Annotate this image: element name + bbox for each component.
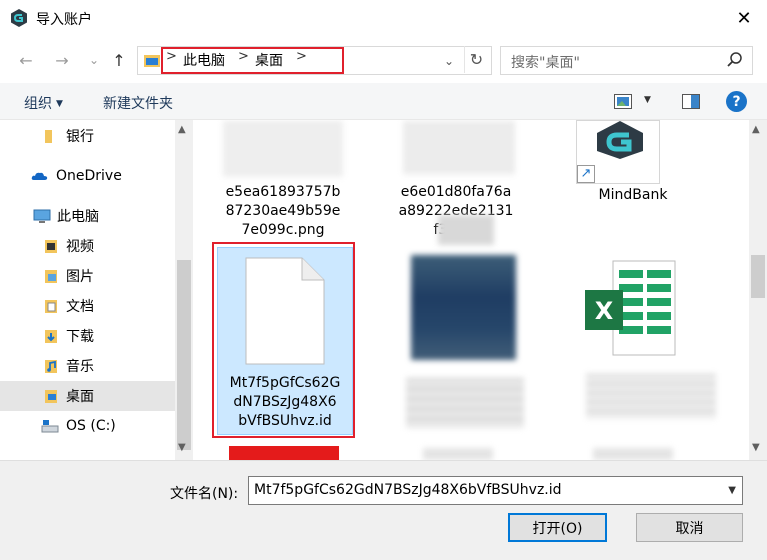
sidebar-item-desktop[interactable]: 桌面 <box>0 381 175 411</box>
image-thumbnail <box>403 120 515 175</box>
sidebar-item-label: 银行 <box>66 129 94 145</box>
cancel-button[interactable]: 取消 <box>636 513 743 542</box>
svg-text:X: X <box>595 297 614 325</box>
scroll-down-icon[interactable]: ▼ <box>752 442 760 453</box>
sidebar-item-label: OneDrive <box>56 168 122 184</box>
breadcrumb-separator[interactable]: > <box>296 49 307 64</box>
sidebar-item-label: OS (C:) <box>66 418 116 434</box>
preview-pane-icon[interactable] <box>682 94 700 109</box>
filename-input[interactable]: Mt7f5pGfCs62GdN7BSzJg48X6bVfBSUhvz.id ▼ <box>248 476 743 505</box>
sidebar-item-documents[interactable]: 文档 <box>0 291 175 321</box>
sidebar-item-bank[interactable]: 银行 <box>0 121 175 151</box>
help-icon[interactable]: ? <box>726 91 747 112</box>
sidebar-item-music[interactable]: 音乐 <box>0 351 175 381</box>
up-button[interactable]: ↑ <box>107 48 131 72</box>
sidebar-scrollbar[interactable]: ▲ ▼ <box>175 120 193 460</box>
pictures-icon <box>45 270 57 283</box>
sidebar-item-pictures[interactable]: 图片 <box>0 261 175 291</box>
file-list-scroll-thumb[interactable] <box>751 255 765 298</box>
file-item-partial[interactable] <box>593 448 673 460</box>
drive-icon <box>41 420 59 433</box>
filename-value: Mt7f5pGfCs62GdN7BSzJg48X6bVfBSUhvz.id <box>254 482 562 498</box>
organize-dropdown-icon: ▼ <box>56 99 63 109</box>
file-name-blurred <box>406 378 524 428</box>
search-icon <box>727 52 742 67</box>
search-placeholder: 搜索"桌面" <box>511 55 580 71</box>
sidebar-item-os-drive[interactable]: OS (C:) <box>0 411 175 441</box>
dialog-footer: 文件名(N): Mt7f5pGfCs62GdN7BSzJg48X6bVfBSUh… <box>0 460 767 560</box>
breadcrumb-separator[interactable]: > <box>238 49 249 64</box>
blurred-region <box>438 215 494 245</box>
music-icon <box>45 360 57 373</box>
computer-icon <box>33 209 51 223</box>
sidebar-item-label: 下载 <box>66 329 94 345</box>
recent-locations-button[interactable]: ⌄ <box>82 48 106 72</box>
file-name: MindBank <box>598 187 668 203</box>
annotation-highlight <box>212 242 355 438</box>
command-bar: 组织 ▼ 新建文件夹 ▼ ? <box>0 83 767 120</box>
refresh-button[interactable]: ↻ <box>464 46 488 73</box>
desktop-folder-icon <box>144 55 160 67</box>
organize-label: 组织 <box>24 96 52 112</box>
file-list: e5ea61893757b 87230ae49b59e 7e099c.png e… <box>193 120 767 460</box>
sidebar-item-label: 桌面 <box>66 389 94 405</box>
search-box[interactable]: 搜索"桌面" <box>500 46 753 75</box>
filename-dropdown-icon[interactable]: ▼ <box>728 485 736 496</box>
documents-icon <box>45 300 57 313</box>
breadcrumb-this-pc[interactable]: 此电脑 <box>183 50 225 70</box>
new-folder-button[interactable]: 新建文件夹 <box>103 93 173 113</box>
sidebar-item-downloads[interactable]: 下载 <box>0 321 175 351</box>
onedrive-icon <box>31 172 48 180</box>
file-item-partial[interactable] <box>423 448 493 460</box>
organize-button[interactable]: 组织 ▼ <box>24 93 63 113</box>
open-button[interactable]: 打开(O) <box>508 513 607 542</box>
sidebar-scroll-thumb[interactable] <box>177 260 191 450</box>
shortcut-arrow-icon: ↗ <box>577 165 595 183</box>
desktop-icon <box>45 390 57 403</box>
filename-label: 文件名(N): <box>170 486 239 502</box>
sidebar-item-label: 此电脑 <box>57 209 99 225</box>
breadcrumb-desktop[interactable]: 桌面 <box>255 50 283 70</box>
address-dropdown-button[interactable]: ⌄ <box>444 54 454 68</box>
image-thumbnail <box>411 255 516 360</box>
videos-icon <box>45 240 57 253</box>
excel-file-icon: X <box>585 260 676 356</box>
window-title: 导入账户 <box>36 12 92 28</box>
sidebar-item-onedrive[interactable]: OneDrive <box>0 161 175 191</box>
back-button[interactable]: ← <box>14 48 38 72</box>
sidebar-item-videos[interactable]: 视频 <box>0 231 175 261</box>
sidebar-item-label: 文档 <box>66 299 94 315</box>
close-button[interactable]: ✕ <box>721 0 767 37</box>
navigation-bar: ← → ⌄ ↑ > 此电脑 > 桌面 > ⌄ ↻ 搜索"桌面" <box>0 44 767 76</box>
sidebar-item-label: 音乐 <box>66 359 94 375</box>
sidebar-item-this-pc[interactable]: 此电脑 <box>0 201 175 231</box>
folder-icon <box>45 130 52 143</box>
shortcut-thumbnail: ↗ <box>576 120 660 184</box>
file-name: e5ea61893757b 87230ae49b59e 7e099c.png <box>225 184 341 238</box>
sidebar-item-label: 图片 <box>66 269 94 285</box>
navigation-pane: 银行 OneDrive 此电脑 视频 图片 文档 下载 音乐 桌面 OS (C:… <box>0 120 193 460</box>
file-name-blurred <box>586 374 716 419</box>
forward-button[interactable]: → <box>50 48 74 72</box>
downloads-icon <box>45 330 57 343</box>
image-thumbnail <box>223 120 343 178</box>
scroll-up-icon[interactable]: ▲ <box>752 124 760 135</box>
title-bar: 导入账户 ✕ <box>0 0 767 37</box>
change-view-icon[interactable] <box>614 94 632 109</box>
breadcrumb-separator[interactable]: > <box>166 49 177 64</box>
mindbank-logo-icon <box>597 121 643 159</box>
app-logo-icon <box>11 9 27 27</box>
scroll-up-icon[interactable]: ▲ <box>178 124 186 135</box>
view-dropdown-icon[interactable]: ▼ <box>644 95 651 105</box>
sidebar-item-label: 视频 <box>66 239 94 255</box>
scroll-down-icon[interactable]: ▼ <box>178 442 186 453</box>
file-item-partial[interactable] <box>229 446 339 460</box>
file-list-scrollbar[interactable]: ▲ ▼ <box>749 120 767 460</box>
